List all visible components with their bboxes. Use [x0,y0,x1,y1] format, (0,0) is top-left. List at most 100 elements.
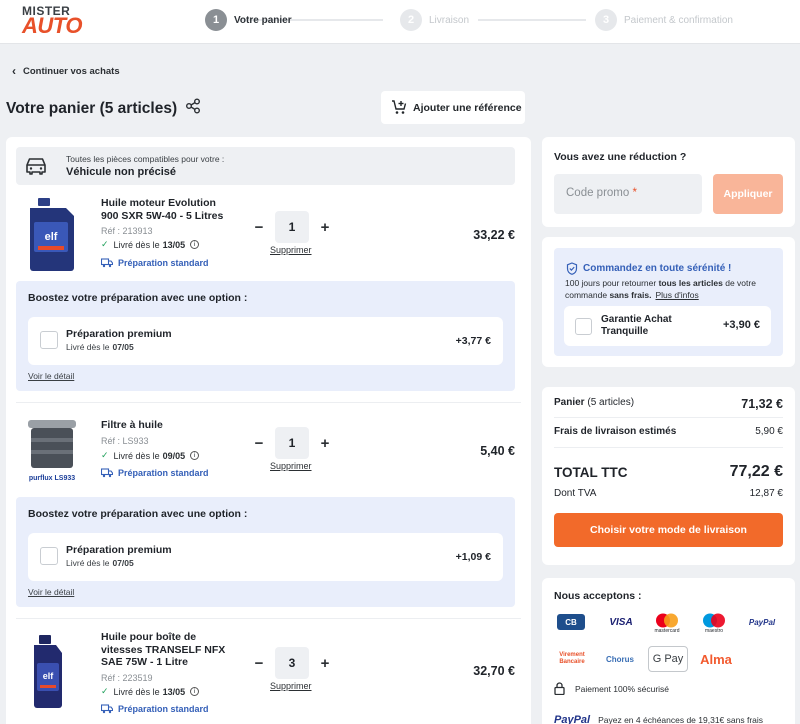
step-delivery: 2 Livraison [400,9,469,31]
secure-label: Paiement 100% sécurisé [575,683,670,694]
step-number: 3 [595,9,617,31]
premium-checkbox[interactable] [40,547,58,565]
delivery-date: 09/05 [162,450,186,461]
continue-shopping-label: Continuer vos achats [23,65,120,77]
premium-price: +3,77 € [455,335,491,347]
step-label: Livraison [429,14,470,26]
mastercard-label: mastercard [654,627,680,634]
product-name[interactable]: Filtre à huile [101,419,231,432]
premium-checkbox[interactable] [40,331,58,349]
add-reference-label: Ajouter une référence [413,101,522,114]
step-payment: 3 Paiement & confirmation [595,9,733,31]
promo-placeholder: Code promo [566,187,630,199]
remove-item-link[interactable]: Supprimer [270,681,312,691]
chorus-logo: Chorus [606,654,634,664]
add-reference-button[interactable]: Ajouter une référence [381,91,525,124]
step-cart: 1 Votre panier [205,9,292,31]
product-image-label: purflux LS933 [29,475,75,482]
premium-price: +1,09 € [455,551,491,563]
cart-plus-icon [392,100,407,114]
see-detail-link[interactable]: Voir le détail [28,587,74,597]
product-name[interactable]: Huile moteur Evolution 900 SXR 5W-40 - 5… [101,197,231,222]
premium-delivery: Livré dès le 07/05 [66,558,134,568]
total-label: TOTAL TTC [554,464,628,480]
boost-title: Boostez votre préparation avec une optio… [28,508,248,520]
delivery-prefix: Livré dès le [113,239,160,250]
remove-item-link[interactable]: Supprimer [270,461,312,471]
info-icon[interactable]: i [190,240,200,249]
delivery-date: 13/05 [162,686,186,697]
logo-line2: AUTO [22,13,82,38]
panier-label: Panier [554,397,585,408]
premium-delivery: Livré dès le 07/05 [66,342,134,352]
summary-divider [554,417,783,418]
quantity-value[interactable]: 3 [275,647,309,679]
prep-standard-label: Préparation standard [118,468,209,478]
info-icon[interactable]: i [190,451,200,460]
premium-delivery-prefix: Livré dès le [66,342,110,352]
google-pay-logo: G Pay [648,646,688,672]
step-label: Paiement & confirmation [624,14,733,26]
premium-option[interactable]: Préparation premium Livré dès le 07/05 +3… [28,317,503,365]
see-detail-link[interactable]: Voir le détail [28,371,74,381]
shipping-value: 5,90 € [755,426,783,437]
mister-auto-logo[interactable]: MISTER AUTO [22,5,82,37]
decrease-qty-button[interactable]: − [253,435,265,452]
increase-qty-button[interactable]: + [319,655,331,672]
promo-code-input[interactable]: Code promo * [554,174,702,214]
premium-name: Préparation premium [66,328,172,340]
apply-promo-button[interactable]: Appliquer [713,174,783,214]
check-icon: ✓ [101,239,109,249]
serenity-description: 100 jours pour retourner tous les articl… [565,277,775,301]
quantity-stepper: − 1 + [253,211,343,243]
choose-delivery-button[interactable]: Choisir votre mode de livraison [554,513,783,547]
more-info-link[interactable]: Plus d'infos [656,290,699,300]
step-number: 2 [400,9,422,31]
continue-shopping-link[interactable]: ‹ Continuer vos achats [12,64,120,78]
quantity-value[interactable]: 1 [275,427,309,459]
vehicle-selector[interactable]: Toutes les pièces compatibles pour votre… [16,147,515,185]
check-icon: ✓ [101,450,109,460]
decrease-qty-button[interactable]: − [253,219,265,236]
info-icon[interactable]: i [190,687,200,696]
tva-value: 12,87 € [749,488,783,499]
product-name[interactable]: Huile pour boîte de vitesses TRANSELF NF… [101,631,231,669]
guarantee-name: Garantie Achat Tranquille [601,314,672,337]
product-ref: Réf : LS933 [101,436,149,446]
visa-logo: VISA [609,616,633,628]
product-image[interactable]: purflux LS933 [24,414,82,489]
increase-qty-button[interactable]: + [319,435,331,452]
paypal-installments: PayPal Payez en 4 échéances de 19,31€ sa… [554,714,763,724]
tva-label: Dont TVA [554,488,597,499]
step-connector [478,19,586,21]
step-number: 1 [205,9,227,31]
panier-value: 71,32 € [741,397,783,411]
product-image[interactable]: elf [24,196,80,275]
increase-qty-button[interactable]: + [319,219,331,236]
item-divider [16,402,521,403]
product-image-label: elf [43,671,55,681]
secure-payment: Paiement 100% sécurisé [554,682,669,695]
payment-panel: Nous acceptons : CB VISA mastercard maes… [542,578,795,724]
serenity-box: Commandez en toute sérénité ! 100 jours … [554,248,783,356]
summary-divider [554,447,783,448]
prep-standard: Préparation standard [101,704,209,714]
lock-icon [554,682,565,695]
prep-standard: Préparation standard [101,468,209,478]
quantity-value[interactable]: 1 [275,211,309,243]
vehicle-hint: Toutes les pièces compatibles pour votre… [66,154,225,164]
decrease-qty-button[interactable]: − [253,655,265,672]
premium-date: 07/05 [112,558,134,568]
vehicle-name: Véhicule non précisé [66,166,177,178]
maestro-circles-icon [703,613,725,627]
premium-option[interactable]: Préparation premium Livré dès le 07/05 +1… [28,533,503,581]
share-icon[interactable] [185,98,201,119]
summary-cart-label: Panier (5 articles) [554,397,634,411]
product-image[interactable]: elf [24,633,76,714]
premium-delivery-prefix: Livré dès le [66,558,110,568]
boost-panel: Boostez votre préparation avec une optio… [16,497,515,607]
guarantee-option[interactable]: Garantie Achat Tranquille +3,90 € [564,306,771,346]
promo-title: Vous avez une réduction ? [554,151,687,163]
remove-item-link[interactable]: Supprimer [270,245,312,255]
guarantee-checkbox[interactable] [575,318,592,335]
